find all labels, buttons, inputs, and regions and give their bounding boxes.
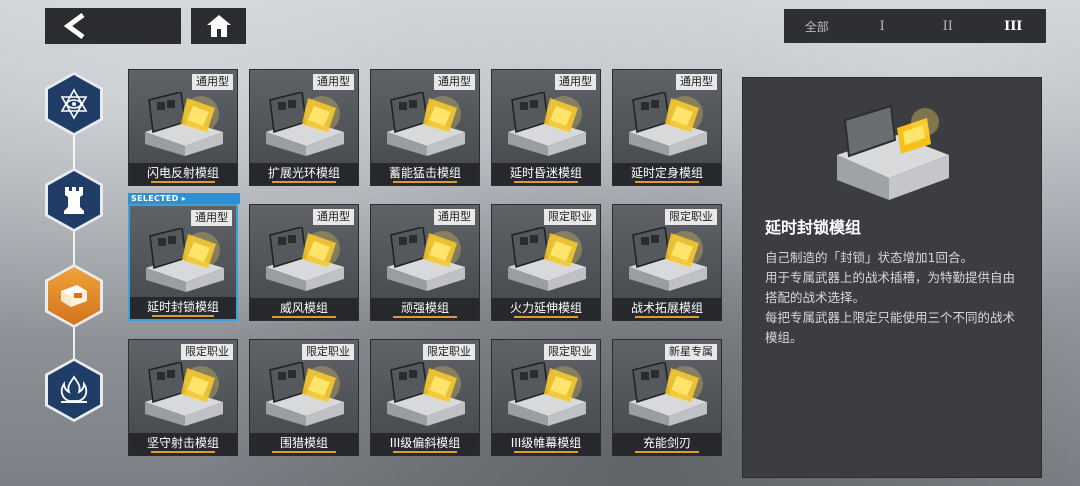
detail-line-3: 每把专属武器上限定只能使用三个不同的战术模组。 (765, 310, 1016, 345)
module-name: 战术拓展模组 (613, 298, 721, 320)
module-card[interactable]: 通用型延时定身模组 (612, 69, 722, 186)
tab-tier-2[interactable]: II (915, 19, 981, 34)
back-button[interactable] (45, 8, 181, 44)
module-case-icon (266, 92, 344, 156)
module-case-icon (508, 362, 586, 426)
module-name: 蓄能猛击模组 (371, 163, 479, 185)
tier-filter: 全部 I II III (784, 9, 1046, 43)
module-card[interactable]: 通用型扩展光环模组 (249, 69, 359, 186)
module-case-icon (145, 362, 223, 426)
module-type-tag: 限定职业 (544, 209, 596, 225)
module-case-icon (145, 92, 223, 156)
detail-line-1: 自己制造的「封锁」状态增加1回合。 (765, 250, 973, 265)
module-name: 充能剑刃 (613, 433, 721, 455)
detail-title: 延时封锁模组 (765, 218, 862, 237)
hex-inner-active (48, 267, 100, 325)
module-case-preview (837, 104, 949, 200)
module-type-tag: 新星专属 (665, 344, 717, 360)
star-eye-icon (60, 88, 88, 120)
chess-rook-icon (64, 187, 84, 214)
tab-tier-3[interactable]: III (981, 19, 1047, 34)
module-case-icon (266, 227, 344, 291)
home-button[interactable] (191, 8, 246, 44)
module-type-tag: 限定职业 (302, 344, 354, 360)
module-card[interactable]: 通用型闪电反射模组 (128, 69, 238, 186)
tab-tier-1[interactable]: I (850, 19, 916, 34)
module-case-icon (508, 227, 586, 291)
module-type-tag: 限定职业 (181, 344, 233, 360)
module-type-tag: 通用型 (676, 74, 717, 90)
module-card[interactable]: 新星专属充能剑刃 (612, 339, 722, 456)
module-card[interactable]: 限定职业 III级偏斜模组 (370, 339, 480, 456)
flame-wing-icon (60, 375, 88, 403)
chevron-left-icon (63, 13, 85, 39)
module-case-icon (629, 227, 707, 291)
module-card[interactable]: 限定职业坚守射击模组 (128, 339, 238, 456)
module-case-icon (387, 362, 465, 426)
module-type-tag: 通用型 (313, 74, 354, 90)
module-type-tag: 限定职业 (665, 209, 717, 225)
hex-inner (48, 75, 100, 133)
hex-inner (48, 361, 100, 419)
hex-inner (48, 171, 100, 229)
detail-panel: 延时封锁模组 自己制造的「封锁」状态增加1回合。 用于专属武器上的战术插槽，为特… (742, 77, 1042, 478)
module-case-icon (387, 227, 465, 291)
module-type-tag: 限定职业 (544, 344, 596, 360)
module-type-tag: 通用型 (434, 209, 475, 225)
module-type-tag: 通用型 (555, 74, 596, 90)
detail-line-2: 用于专属武器上的战术插槽，为特勤提供自由搭配的战术选择。 (765, 270, 1016, 305)
selected-badge: SELECTED ▸ (128, 193, 240, 204)
module-name: 火力延伸模组 (492, 298, 600, 320)
module-name: 坚守射击模组 (129, 433, 237, 455)
module-case-icon (629, 92, 707, 156)
module-type-tag: 通用型 (313, 209, 354, 225)
module-card[interactable]: 通用型蓄能猛击模组 (370, 69, 480, 186)
module-case-icon (266, 362, 344, 426)
module-case-icon (146, 228, 224, 292)
module-card[interactable]: 限定职业火力延伸模组 (491, 204, 601, 321)
module-card[interactable]: 通用型威风模组 (249, 204, 359, 321)
module-grid: 通用型 闪电反射模组 通用型 扩展光环模组 通用型 蓄能猛击模组 通用型 延时昏迷模组 … (128, 69, 722, 456)
module-type-tag: 通用型 (191, 210, 232, 226)
detail-description: 自己制造的「封锁」状态增加1回合。 用于专属武器上的战术插槽，为特勤提供自由搭配… (765, 248, 1027, 348)
module-type-tag: 限定职业 (423, 344, 475, 360)
module-name: 扩展光环模组 (250, 163, 358, 185)
module-card[interactable]: 通用型延时封锁模组 (128, 204, 238, 321)
module-card[interactable]: 通用型延时昏迷模组 (491, 69, 601, 186)
module-name: 围猎模组 (250, 433, 358, 455)
module-case-icon (61, 285, 87, 307)
module-card[interactable]: 限定职业战术拓展模组 (612, 204, 722, 321)
module-case-icon (508, 92, 586, 156)
module-card[interactable]: 限定职业 III级帷幕模组 (491, 339, 601, 456)
tab-all[interactable]: 全部 (784, 18, 850, 35)
module-type-tag: 通用型 (192, 74, 233, 90)
module-name: 延时封锁模组 (130, 297, 236, 319)
home-icon (206, 15, 231, 37)
module-type-tag: 通用型 (434, 74, 475, 90)
module-name: 顽强模组 (371, 298, 479, 320)
module-name: III级帷幕模组 (492, 433, 600, 455)
module-card[interactable]: 通用型顽强模组 (370, 204, 480, 321)
module-name: 威风模组 (250, 298, 358, 320)
module-name: 延时定身模组 (613, 163, 721, 185)
module-name: III级偏斜模组 (371, 433, 479, 455)
module-name: 闪电反射模组 (129, 163, 237, 185)
module-name: 延时昏迷模组 (492, 163, 600, 185)
module-case-icon (629, 362, 707, 426)
side-nav-line (73, 95, 75, 395)
module-case-icon (387, 92, 465, 156)
module-card[interactable]: 限定职业围猎模组 (249, 339, 359, 456)
